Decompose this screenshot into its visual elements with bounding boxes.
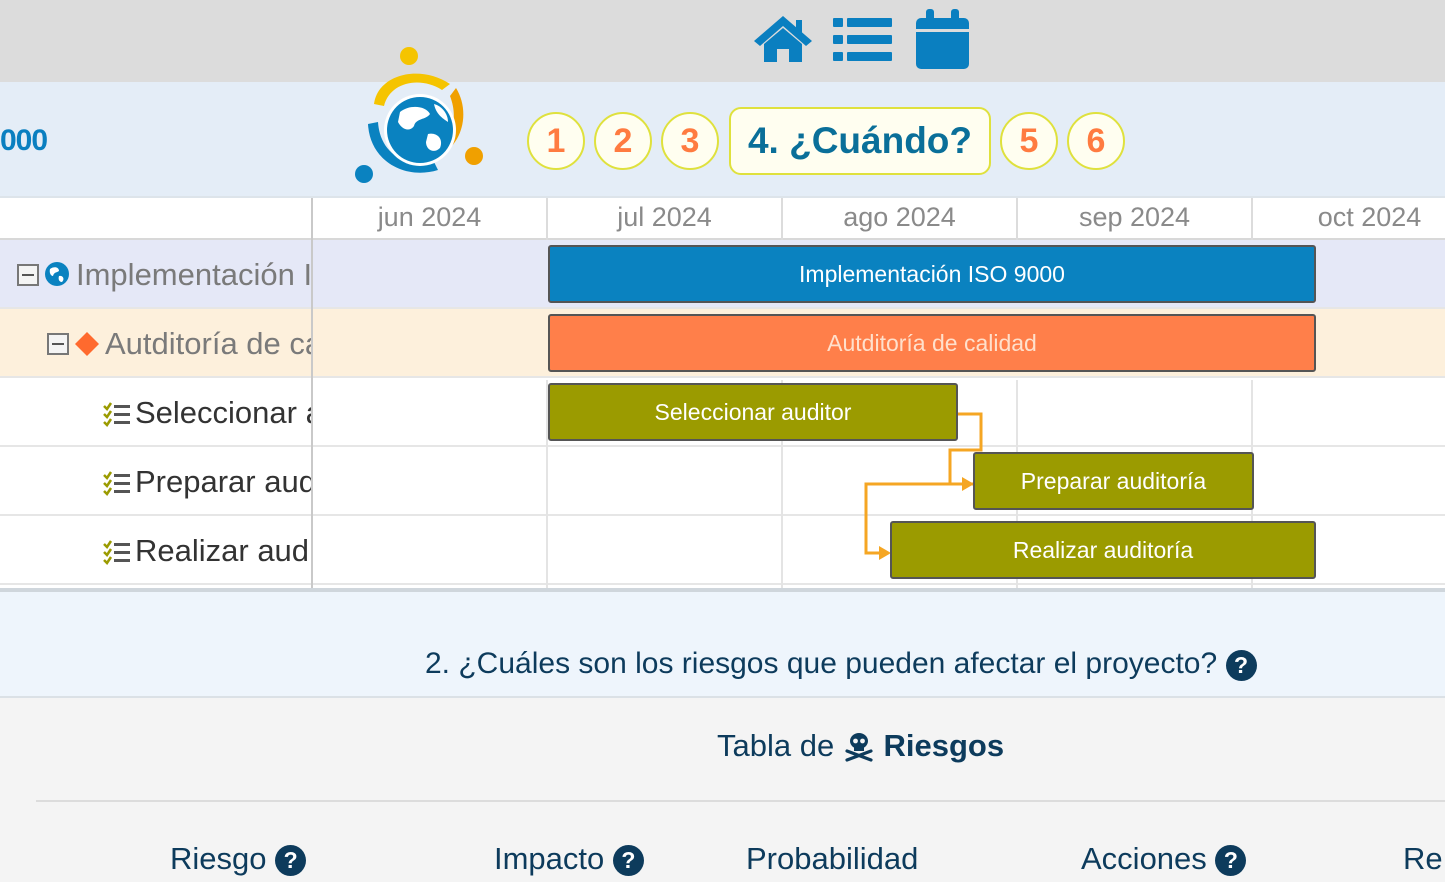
column-label: Re: [1403, 841, 1443, 876]
gantt-chart: jun 2024 jul 2024 ago 2024 sep 2024 oct …: [0, 198, 1445, 590]
list-icon[interactable]: [832, 8, 894, 70]
table-title-bold: Riesgos: [883, 728, 1005, 763]
column-label: Riesgo: [170, 841, 267, 876]
help-icon[interactable]: ?: [1215, 845, 1247, 877]
calendar-icon[interactable]: [913, 8, 975, 70]
task-bar[interactable]: Realizar auditoría: [890, 521, 1316, 579]
help-icon[interactable]: ?: [275, 845, 307, 877]
column-label: Impacto: [494, 841, 605, 876]
column-header-impacto[interactable]: Impacto ?: [494, 840, 644, 878]
home-icon[interactable]: [752, 8, 814, 70]
table-divider: [36, 800, 1445, 802]
step-2-button[interactable]: 2: [594, 112, 652, 170]
risks-table-title: Tabla de Riesgos: [717, 727, 1004, 765]
task-bar[interactable]: Seleccionar auditor: [548, 383, 958, 441]
column-header-acciones[interactable]: Acciones ?: [1081, 840, 1247, 878]
help-icon[interactable]: ?: [612, 845, 644, 877]
step-5-button[interactable]: 5: [1000, 112, 1058, 170]
column-header-riesgo[interactable]: Riesgo ?: [170, 840, 307, 878]
step-6-button[interactable]: 6: [1067, 112, 1125, 170]
table-title-prefix: Tabla de: [717, 728, 835, 763]
step-1-button[interactable]: 1: [527, 112, 585, 170]
risks-question: 2. ¿Cuáles son los riesgos que pueden af…: [425, 645, 1257, 683]
project-header: [0, 82, 1445, 198]
help-icon[interactable]: ?: [1225, 649, 1257, 681]
column-header-truncated[interactable]: Re: [1403, 840, 1445, 878]
top-toolbar: [0, 0, 1445, 82]
project-name: 000: [0, 124, 48, 157]
skull-crossbones-icon: [843, 730, 875, 762]
step-3-button[interactable]: 3: [661, 112, 719, 170]
step-4-button[interactable]: 4. ¿Cuándo?: [729, 107, 991, 175]
task-bar[interactable]: Implementación ISO 9000: [548, 245, 1316, 303]
task-bar[interactable]: Preparar auditoría: [973, 452, 1254, 510]
column-label: Probabilidad: [746, 841, 919, 876]
column-header-probabilidad[interactable]: Probabilidad: [746, 840, 918, 878]
column-label: Acciones: [1081, 841, 1207, 876]
task-bar[interactable]: Autditoría de calidad: [548, 314, 1316, 372]
app-logo: [350, 44, 490, 186]
risks-question-text: 2. ¿Cuáles son los riesgos que pueden af…: [425, 647, 1218, 680]
